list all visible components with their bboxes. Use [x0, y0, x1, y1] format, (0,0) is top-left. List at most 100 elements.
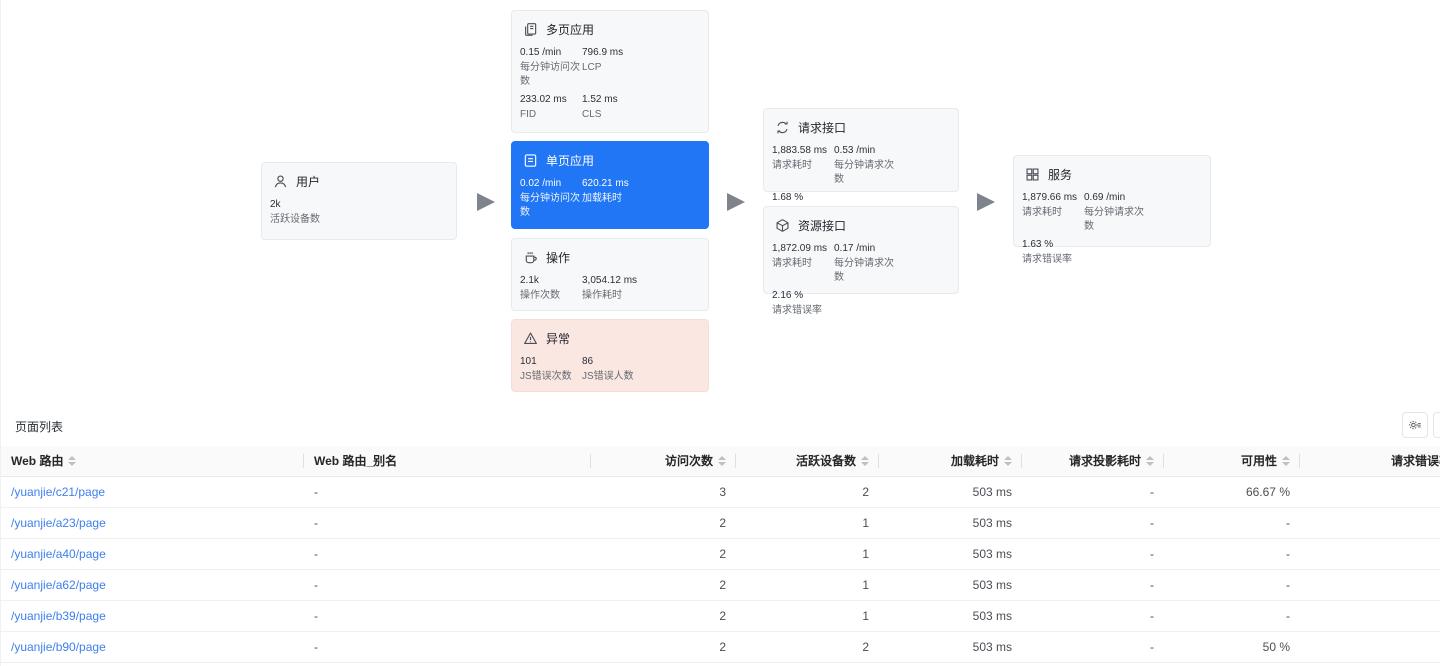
node-exception[interactable]: 异常 101 JS错误次数 86 JS错误人数: [511, 319, 709, 392]
col-header-visits[interactable]: 访问次数: [591, 446, 736, 477]
metric-visits-per-min: 0.02 /min 每分钟访问次数: [520, 178, 580, 218]
route-link[interactable]: /yuanjie/b90/page: [11, 640, 106, 654]
sort-icon: [861, 455, 869, 466]
metric-js-error-count: 101 JS错误次数: [520, 356, 572, 382]
node-title: 服务: [1048, 168, 1073, 182]
page-list-table: Web 路由 Web 路由_别名 访问次数 活跃设备数 加载耗时 请求投影耗时 …: [1, 446, 1440, 663]
cell-request-projection: -: [1022, 569, 1164, 601]
cell-alias: -: [304, 600, 591, 632]
cell-request-error-rate: [1300, 569, 1440, 601]
pages-icon: [522, 22, 538, 38]
node-request-api[interactable]: 请求接口 1,883.58 ms 请求耗时 0.53 /min 每分钟请求次数 …: [763, 108, 959, 218]
sort-icon: [1282, 455, 1290, 466]
node-single-page-app[interactable]: 单页应用 0.02 /min 每分钟访问次数 620.21 ms 加载耗时: [511, 141, 709, 229]
node-resource-api[interactable]: 资源接口 1,872.09 ms 请求耗时 0.17 /min 每分钟请求次数 …: [763, 206, 959, 316]
cell-load-time: 503 ms: [879, 631, 1022, 663]
cell-visits: 3: [591, 476, 736, 508]
cell-availability: 50 %: [1164, 631, 1300, 663]
flow-arrow-icon: [977, 193, 995, 211]
gear-list-icon: [1409, 420, 1421, 430]
cell-visits: 2: [591, 631, 736, 663]
cell-request-error-rate: [1300, 476, 1440, 508]
cell-request-projection: -: [1022, 476, 1164, 508]
col-header-active-devices[interactable]: 活跃设备数: [736, 446, 879, 477]
more-button[interactable]: [1433, 412, 1440, 438]
cup-icon: [522, 250, 538, 266]
node-multi-page-app[interactable]: 多页应用 0.15 /min 每分钟访问次数 796.9 ms LCP 233.…: [511, 10, 709, 133]
col-header-request-projection-time[interactable]: 请求投影耗时: [1022, 446, 1164, 477]
metric-request-time: 1,883.58 ms 请求耗时: [772, 145, 828, 171]
sort-icon: [1004, 455, 1012, 466]
metric-lcp: 796.9 ms LCP: [582, 47, 624, 73]
route-link[interactable]: /yuanjie/a40/page: [11, 547, 106, 561]
flow-arrow-icon: [477, 193, 495, 211]
table-row[interactable]: /yuanjie/c21/page - 3 2 503 ms - 66.67 %: [1, 476, 1440, 508]
cell-availability: -: [1164, 600, 1300, 632]
route-link[interactable]: /yuanjie/a23/page: [11, 516, 106, 530]
cell-load-time: 503 ms: [879, 600, 1022, 632]
metric-active-devices: 2k 活跃设备数: [270, 199, 320, 225]
table-row[interactable]: /yuanjie/b39/page - 2 1 503 ms - -: [1, 600, 1440, 632]
col-header-request-error-rate[interactable]: 请求错误率: [1300, 446, 1440, 477]
node-user[interactable]: 用户 2k 活跃设备数: [261, 162, 457, 240]
cell-load-time: 503 ms: [879, 569, 1022, 601]
cell-availability: -: [1164, 569, 1300, 601]
cell-visits: 2: [591, 507, 736, 539]
flow-arrow-icon: [727, 193, 745, 211]
metric-fid: 233.02 ms FID: [520, 94, 567, 120]
sync-arrows-icon: [774, 120, 790, 136]
table-row[interactable]: /yuanjie/a23/page - 2 1 503 ms - -: [1, 507, 1440, 539]
metric-request-time: 1,872.09 ms 请求耗时: [772, 243, 828, 269]
metric-requests-per-min: 0.69 /min 每分钟请求次数: [1084, 192, 1144, 232]
node-action[interactable]: 操作 2.1k 操作次数 3,054.12 ms 操作耗时: [511, 238, 709, 311]
metric-load-time: 620.21 ms 加载耗时: [582, 178, 629, 204]
cell-alias: -: [304, 476, 591, 508]
metric-requests-per-min: 0.17 /min 每分钟请求次数: [834, 243, 894, 283]
metric-requests-per-min: 0.53 /min 每分钟请求次数: [834, 145, 894, 185]
node-title: 用户: [296, 175, 321, 189]
node-service[interactable]: 服务 1,879.66 ms 请求耗时 0.69 /min 每分钟请求次数 1.…: [1013, 155, 1211, 265]
col-header-web-route-alias[interactable]: Web 路由_别名: [304, 446, 591, 477]
cube-icon: [774, 218, 790, 234]
cell-visits: 2: [591, 538, 736, 570]
cell-request-error-rate: [1300, 507, 1440, 539]
cell-devices: 1: [736, 569, 879, 601]
table-row[interactable]: /yuanjie/a40/page - 2 1 503 ms - -: [1, 538, 1440, 570]
metric-action-count: 2.1k 操作次数: [520, 275, 560, 301]
node-title: 多页应用: [546, 23, 595, 37]
cell-visits: 2: [591, 600, 736, 632]
cell-request-projection: -: [1022, 507, 1164, 539]
col-header-web-route[interactable]: Web 路由: [1, 446, 304, 477]
route-link[interactable]: /yuanjie/c21/page: [11, 485, 105, 499]
table-row[interactable]: /yuanjie/b90/page - 2 2 503 ms - 50 %: [1, 631, 1440, 663]
col-header-load-time[interactable]: 加载耗时: [879, 446, 1022, 477]
table-row[interactable]: /yuanjie/a62/page - 2 1 503 ms - -: [1, 569, 1440, 601]
route-link[interactable]: /yuanjie/b39/page: [11, 609, 106, 623]
warning-icon: [522, 331, 538, 347]
cell-request-error-rate: [1300, 600, 1440, 632]
metric-request-error-rate: 1.63 % 请求错误率: [1022, 239, 1072, 265]
cell-devices: 2: [736, 476, 879, 508]
column-settings-button[interactable]: [1402, 412, 1428, 438]
cell-devices: 1: [736, 538, 879, 570]
node-title: 请求接口: [798, 121, 847, 135]
cell-request-error-rate: [1300, 631, 1440, 663]
cell-alias: -: [304, 538, 591, 570]
col-header-availability[interactable]: 可用性: [1164, 446, 1300, 477]
cell-load-time: 503 ms: [879, 507, 1022, 539]
sort-icon: [718, 455, 726, 466]
metric-request-error-rate: 2.16 % 请求错误率: [772, 290, 822, 316]
metric-visits-per-min: 0.15 /min 每分钟访问次数: [520, 47, 580, 87]
metric-action-time: 3,054.12 ms 操作耗时: [582, 275, 638, 301]
cell-load-time: 503 ms: [879, 476, 1022, 508]
cell-alias: -: [304, 631, 591, 663]
metric-request-time: 1,879.66 ms 请求耗时: [1022, 192, 1078, 218]
node-title: 单页应用: [546, 154, 595, 168]
cell-request-error-rate: [1300, 538, 1440, 570]
sort-icon: [1146, 455, 1154, 466]
app-topology: 用户 2k 活跃设备数 多页应用 0.15 /min 每分钟访问次数 796.9…: [1, 0, 1440, 405]
page-icon: [522, 153, 538, 169]
grid-icon: [1024, 167, 1040, 183]
metric-js-error-users: 86 JS错误人数: [582, 356, 634, 382]
route-link[interactable]: /yuanjie/a62/page: [11, 578, 106, 592]
